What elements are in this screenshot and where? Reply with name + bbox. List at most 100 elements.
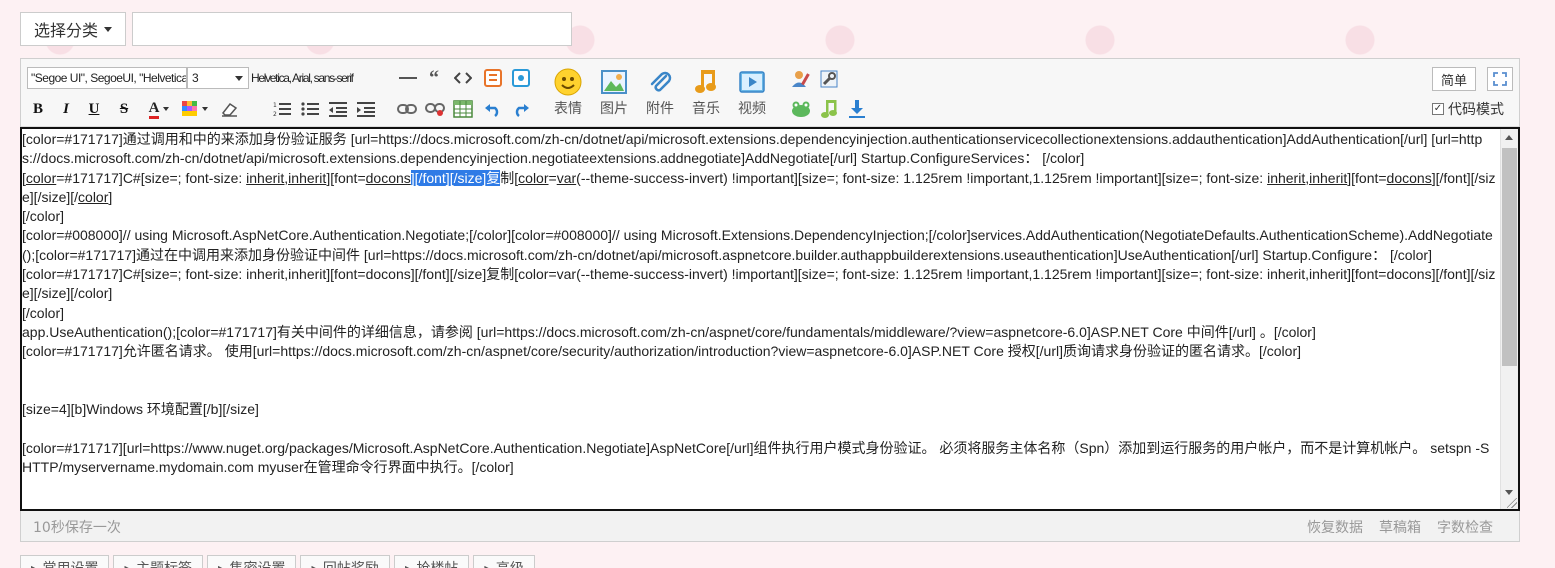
word-count-link[interactable]: 字数检查 <box>1437 517 1493 537</box>
drafts-link[interactable]: 草稿箱 <box>1379 517 1421 537</box>
outdent-icon[interactable] <box>327 98 349 120</box>
font-size-select[interactable]: 3 <box>187 67 249 89</box>
download-icon[interactable] <box>845 97 869 121</box>
redo-icon[interactable] <box>509 98 533 120</box>
bottom-tab[interactable]: ▸ 抢楼帖 <box>393 555 470 568</box>
scroll-down-icon[interactable] <box>1505 490 1513 495</box>
category-select[interactable]: 选择分类 <box>20 12 126 46</box>
bottom-tab[interactable]: ▸ 回帖奖励 <box>300 555 390 568</box>
code-icon[interactable] <box>451 68 475 88</box>
editor-text-segment: inherit,inherit <box>246 169 327 186</box>
code-mode-label: 代码模式 <box>1448 102 1504 118</box>
video-label: 视频 <box>738 101 766 117</box>
bottom-tabs: ▸ 常用设置▸ 主题标签▸ 售密设置▸ 回帖奖励▸ 抢楼帖▸ 高级 <box>20 555 535 568</box>
title-input[interactable] <box>132 12 572 46</box>
editor-text-segment: docons <box>1386 169 1432 186</box>
hide-content-icon[interactable] <box>509 67 533 89</box>
font-family-select[interactable]: "Segoe UI", SegoeUI, "Helvetica Neue" <box>27 67 187 89</box>
editor-status-bar: 10秒保存一次 恢复数据 草稿箱 字数检查 <box>21 511 1519 541</box>
wrench-icon[interactable] <box>817 67 841 91</box>
video-icon <box>739 71 765 93</box>
category-select-label: 选择分类 <box>33 21 98 40</box>
editor-text-segment: 制[ <box>500 169 519 186</box>
scrollbar-thumb[interactable] <box>1502 148 1517 366</box>
emoji-button[interactable]: 表情 <box>547 65 589 121</box>
chevron-down-icon <box>163 107 170 111</box>
eraser-icon[interactable] <box>217 98 241 120</box>
emoji-label: 表情 <box>554 101 582 117</box>
editor-textarea[interactable]: [color=#171717]通过调用和中的来添加身份验证服务 [url=htt… <box>20 127 1520 511</box>
selected-text: ][/font][/size]复 <box>410 169 501 186</box>
editor-text-segment: color <box>78 188 109 205</box>
simple-mode-button[interactable]: 简单 <box>1432 67 1476 91</box>
bottom-tab[interactable]: ▸ 主题标签 <box>113 555 203 568</box>
editor-text-segment: ] [/color] [color=#008000]// using Micro… <box>22 188 1496 476</box>
code-mode-checkbox[interactable]: ✓ <box>1432 103 1444 115</box>
editor-scrollbar[interactable] <box>1500 129 1518 509</box>
video-button[interactable]: 视频 <box>731 65 773 121</box>
background-color-button[interactable] <box>179 98 211 120</box>
editor-text-segment: =#171717]C#[size=; font-size: <box>56 169 247 186</box>
font-size-value: 3 <box>192 71 199 85</box>
bottom-tab[interactable]: ▸ 高级 <box>473 555 535 568</box>
scroll-up-icon[interactable] <box>1505 135 1513 140</box>
restore-data-link[interactable]: 恢复数据 <box>1307 517 1363 537</box>
editor-text-segment: ][font= <box>1347 169 1387 186</box>
editor-text-segment: inherit,inherit <box>1267 169 1348 186</box>
chevron-down-icon <box>104 26 112 32</box>
ordered-list-icon[interactable]: 12 <box>271 98 293 120</box>
image-label: 图片 <box>600 101 628 117</box>
chevron-down-icon <box>202 107 208 111</box>
font-color-button[interactable]: A <box>141 98 177 120</box>
image-button[interactable]: 图片 <box>593 65 635 121</box>
bottom-tab[interactable]: ▸ 常用设置 <box>20 555 110 568</box>
attachment-button[interactable]: 附件 <box>639 65 681 121</box>
color-grid-icon <box>182 101 197 116</box>
editor-toolbar: "Segoe UI", SegoeUI, "Helvetica Neue" 3 … <box>21 59 1519 127</box>
attachment-label: 附件 <box>646 101 674 117</box>
editor-text-segment: color <box>518 169 549 186</box>
price-tag-icon[interactable] <box>481 67 505 89</box>
music-button[interactable]: 音乐 <box>685 65 727 121</box>
undo-icon[interactable] <box>481 98 505 120</box>
autosave-text: 10秒保存一次 <box>33 520 121 536</box>
svg-text:1: 1 <box>273 102 277 109</box>
indent-icon[interactable] <box>355 98 377 120</box>
fullscreen-button[interactable] <box>1487 67 1513 91</box>
chevron-down-icon <box>235 76 243 81</box>
quote-icon[interactable]: “ <box>423 67 445 89</box>
smiley-icon <box>554 68 582 96</box>
table-icon[interactable] <box>451 98 475 120</box>
horizontal-rule-icon[interactable] <box>397 68 419 88</box>
editor-text-segment: var <box>556 169 577 186</box>
user-edit-icon[interactable] <box>789 67 813 91</box>
fullscreen-icon <box>1493 72 1507 86</box>
editor: "Segoe UI", SegoeUI, "Helvetica Neue" 3 … <box>20 58 1520 542</box>
editor-content[interactable]: [color=#171717]通过调用和中的来添加身份验证服务 [url=htt… <box>22 129 1500 509</box>
unlink-icon[interactable] <box>423 98 447 120</box>
editor-text-segment: docons <box>365 169 411 186</box>
unordered-list-icon[interactable] <box>299 98 321 120</box>
strikethrough-button[interactable]: S <box>113 98 135 120</box>
link-icon[interactable] <box>395 98 419 120</box>
frog-icon[interactable] <box>789 97 813 121</box>
underline-button[interactable]: U <box>83 98 105 120</box>
image-icon <box>601 70 627 94</box>
italic-button[interactable]: I <box>55 98 77 120</box>
music-label: 音乐 <box>692 101 720 117</box>
editor-text-segment: = <box>548 169 557 186</box>
font-preset-select[interactable]: Helvetica, Arial, sans-serif <box>251 69 393 87</box>
audio-icon[interactable] <box>817 97 841 121</box>
bold-button[interactable]: B <box>27 98 49 120</box>
code-mode-toggle[interactable]: ✓ 代码模式 <box>1432 99 1504 119</box>
font-color-label: A <box>148 100 160 119</box>
bottom-tab[interactable]: ▸ 售密设置 <box>206 555 297 568</box>
editor-text-segment: color <box>25 169 57 186</box>
resize-grip-icon[interactable] <box>1507 498 1517 508</box>
top-row: 选择分类 <box>20 12 572 46</box>
svg-text:2: 2 <box>273 111 277 117</box>
editor-text-segment: (--theme-success-invert) !important][siz… <box>576 169 1268 186</box>
editor-text-segment: ][font= <box>326 169 366 186</box>
paperclip-icon <box>650 71 672 92</box>
music-note-icon <box>695 70 716 93</box>
